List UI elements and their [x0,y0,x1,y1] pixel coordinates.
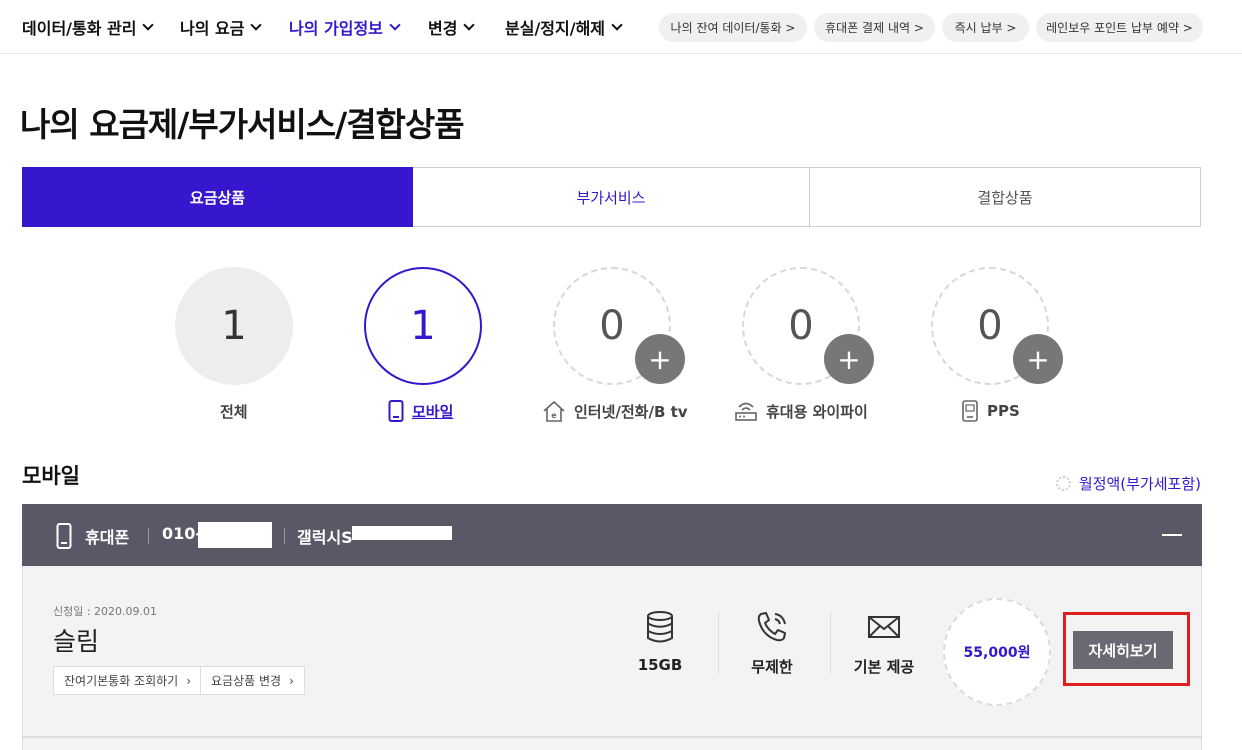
section-title: 모바일 [22,464,80,488]
button-label: 잔여기본통화 조회하기 [64,674,179,688]
nav-label: 나의 요금 [180,19,245,38]
feature-sms: 기본 제공 [839,610,929,677]
applied-date: 신청일 : 2020.09.01 [53,605,158,618]
category-internet[interactable]: 0 + [553,267,685,385]
redacted-number [198,522,272,548]
category-wifi[interactable]: 0 + [742,267,874,385]
top-nav: 데이터/통화 관리 나의 요금 나의 가입정보 변경 분실/정지/해제 나의 잔… [0,0,1242,54]
envelope-icon [868,616,900,638]
view-details-button[interactable]: 자세히보기 [1073,631,1173,669]
nav-label: 변경 [428,19,458,38]
chevron-right-icon: › [289,673,294,688]
divider [718,612,719,674]
tab-rate-plan[interactable]: 요금상품 [22,167,413,227]
loading-dot-icon [1055,476,1071,491]
category-label-mobile[interactable]: 모바일 [388,400,453,422]
check-remaining-call-button[interactable]: 잔여기본통화 조회하기 › [53,666,203,695]
wifi-router-icon [735,402,757,421]
plan-card: 신청일 : 2020.09.01 슬림 잔여기본통화 조회하기 › 요금상품 변경… [22,566,1202,750]
category-label-text: 모바일 [412,402,454,421]
category-label-wifi[interactable]: 휴대용 와이파이 [734,400,868,422]
divider [23,736,1201,738]
page-title: 나의 요금제/부가서비스/결합상품 [20,105,465,144]
category-pps[interactable]: 0 + [931,267,1063,385]
nav-my-fee[interactable]: 나의 요금 [180,16,263,38]
category-label-all[interactable]: 전체 [220,400,248,422]
nav-change[interactable]: 변경 [428,16,476,38]
category-label-pps[interactable]: PPS [961,400,1020,422]
nav-label: 데이터/통화 관리 [22,19,137,38]
count-circle: 0 + [742,267,874,385]
count-circle: 1 [364,267,482,385]
category-label-text: 인터넷/전화/B tv [574,402,688,421]
divider [284,528,285,544]
button-label: 요금상품 변경 [211,674,282,688]
add-internet-button[interactable]: + [635,334,685,384]
count-value: 0 [599,303,625,349]
device-model: 갤럭시S [297,528,353,547]
add-wifi-button[interactable]: + [824,334,874,384]
svg-text:e: e [551,411,557,420]
nav-my-subscription[interactable]: 나의 가입정보 [289,16,401,38]
count-circle: 0 + [553,267,685,385]
highlight-box: 자세히보기 [1063,612,1190,686]
count-value: 0 [788,303,814,349]
device-type: 휴대폰 [85,528,130,547]
home-internet-icon: e [543,400,565,422]
category-label-text: PPS [987,402,1020,420]
nav-label: 분실/정지/해제 [505,19,606,38]
chevron-down-icon [142,18,155,31]
chevron-down-icon [611,18,623,31]
feature-label: 15GB [637,656,683,674]
divider [830,612,831,674]
chevron-down-icon [389,18,401,31]
pps-phone-icon [962,400,978,422]
category-mobile[interactable]: 1 [364,267,482,385]
category-label-text: 휴대용 와이파이 [766,402,868,421]
quick-link-rainbow-point[interactable]: 레인보우 포인트 납부 예약 > [1036,13,1203,42]
database-icon [647,611,673,643]
chevron-down-icon [250,18,263,31]
count-value: 0 [977,303,1003,349]
change-plan-button[interactable]: 요금상품 변경 › [200,666,305,695]
monthly-fee-toggle[interactable]: 월정액(부가세포함) [1055,473,1201,494]
quick-link-phone-payment[interactable]: 휴대폰 결제 내역 > [814,13,935,42]
plan-name: 슬림 [53,627,100,656]
feature-label: 기본 제공 [853,658,915,676]
redacted-model [352,526,452,540]
category-label-internet[interactable]: e 인터넷/전화/B tv [542,400,688,422]
tab-bundle[interactable]: 결합상품 [810,167,1201,227]
chevron-down-icon [463,18,476,31]
mobile-phone-icon [56,523,72,549]
count-circle: 0 + [931,267,1063,385]
divider [148,528,149,544]
count-circle: 1 [175,267,293,385]
count-value: 1 [410,303,436,349]
feature-label: 무제한 [751,658,793,676]
monthly-fee-label: 월정액(부가세포함) [1078,475,1201,493]
nav-loss-suspend[interactable]: 분실/정지/해제 [505,16,623,38]
mobile-phone-icon [388,400,404,422]
quick-link-remaining-data[interactable]: 나의 잔여 데이터/통화 > [659,13,807,42]
nav-data-call[interactable]: 데이터/통화 관리 [22,16,155,38]
category-all[interactable]: 1 [175,267,293,385]
feature-call: 무제한 [727,610,817,677]
phone-call-icon [757,612,786,642]
add-pps-button[interactable]: + [1013,334,1063,384]
collapse-icon[interactable] [1162,534,1182,536]
device-header[interactable]: 휴대폰 010- 갤럭시S [22,504,1202,566]
product-tabs: 요금상품 부가서비스 결합상품 [22,167,1201,227]
chevron-right-icon: › [186,673,192,688]
monthly-price: 55,000원 [943,598,1051,706]
count-value: 1 [221,303,247,349]
feature-data: 15GB [615,610,705,674]
phone-number: 010- [162,524,203,543]
tab-additional-service[interactable]: 부가서비스 [413,167,810,227]
nav-label: 나의 가입정보 [289,19,383,38]
quick-link-instant-pay[interactable]: 즉시 납부 > [942,13,1029,42]
